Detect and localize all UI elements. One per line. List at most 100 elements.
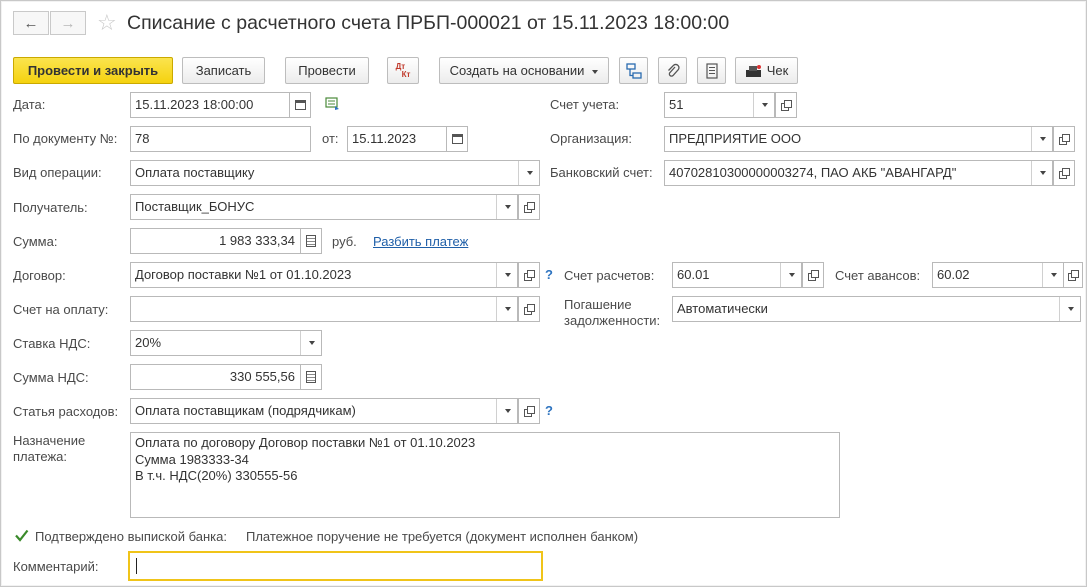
expense-open-button[interactable] <box>518 398 540 424</box>
dt-kt-icon: Дт Кт <box>395 61 411 79</box>
sum-input[interactable]: 1 983 333,34 <box>130 228 322 254</box>
vat-rate-dropdown-button[interactable] <box>300 331 321 355</box>
date-calendar-button[interactable] <box>289 93 310 117</box>
recipient-dropdown-button[interactable] <box>496 195 517 219</box>
invoice-open-button[interactable] <box>518 296 540 322</box>
sum-value: 1 983 333,34 <box>219 233 295 248</box>
chevron-down-icon <box>788 273 795 277</box>
recipient-select[interactable]: Поставщик_БОНУС <box>130 194 518 220</box>
settle-value: 60.01 <box>677 267 710 282</box>
org-value: ПРЕДПРИЯТИЕ ООО <box>669 131 802 146</box>
optype-value: Оплата поставщику <box>135 165 255 180</box>
favorite-star-icon[interactable]: ☆ <box>97 10 117 36</box>
from-label: от: <box>322 131 339 146</box>
forward-button[interactable]: → <box>50 11 86 35</box>
back-button[interactable]: ← <box>13 11 49 35</box>
create-based-on-button[interactable]: Создать на основании <box>439 57 609 84</box>
contract-open-button[interactable] <box>518 262 540 288</box>
open-window-icon <box>1068 270 1079 281</box>
bank-value: 40702810300000003274, ПАО АКБ "АВАНГАРД" <box>669 165 957 180</box>
optype-select[interactable]: Оплата поставщику <box>130 160 540 186</box>
account-dropdown-button[interactable] <box>753 93 774 117</box>
chevron-down-icon <box>526 171 533 175</box>
docdate-value: 15.11.2023 <box>352 131 417 146</box>
chevron-down-icon <box>504 273 511 277</box>
bank-label: Банковский счет: <box>550 165 653 180</box>
invoice-label: Счет на оплату: <box>13 302 109 317</box>
advance-dropdown-button[interactable] <box>1042 263 1063 287</box>
docdate-input[interactable]: 15.11.2023 <box>347 126 468 152</box>
chevron-down-icon <box>1050 273 1057 277</box>
contract-value: Договор поставки №1 от 01.10.2023 <box>135 267 352 282</box>
open-window-icon <box>808 270 819 281</box>
date-input[interactable]: 15.11.2023 18:00:00 <box>130 92 311 118</box>
account-select[interactable]: 51 <box>664 92 775 118</box>
open-window-icon <box>524 270 535 281</box>
bank-dropdown-button[interactable] <box>1031 161 1052 185</box>
optype-dropdown-button[interactable] <box>518 161 539 185</box>
post-and-close-button[interactable]: Провести и закрыть <box>13 57 173 84</box>
bank-select[interactable]: 40702810300000003274, ПАО АКБ "АВАНГАРД" <box>664 160 1053 186</box>
invoice-select[interactable] <box>130 296 518 322</box>
repay-dropdown-button[interactable] <box>1059 297 1080 321</box>
contract-help-icon[interactable]: ? <box>545 267 553 282</box>
settle-dropdown-button[interactable] <box>780 263 801 287</box>
org-open-button[interactable] <box>1053 126 1075 152</box>
post-button[interactable]: Провести <box>285 57 369 84</box>
invoice-dropdown-button[interactable] <box>496 297 517 321</box>
account-open-button[interactable] <box>775 92 797 118</box>
repay-select[interactable]: Автоматически <box>672 296 1081 322</box>
split-payment-link[interactable]: Разбить платеж <box>373 234 468 250</box>
account-label: Счет учета: <box>550 97 620 112</box>
advance-select[interactable]: 60.02 <box>932 262 1064 288</box>
open-window-icon <box>1059 168 1070 179</box>
expense-help-icon[interactable]: ? <box>545 403 553 418</box>
vat-rate-select[interactable]: 20% <box>130 330 322 356</box>
vat-sum-input[interactable]: 330 555,56 <box>130 364 322 390</box>
docdate-calendar-button[interactable] <box>446 127 467 151</box>
purpose-textarea[interactable]: Оплата по договору Договор поставки №1 о… <box>130 432 840 518</box>
attach-button[interactable] <box>658 57 687 84</box>
recipient-open-button[interactable] <box>518 194 540 220</box>
confirmed-note: Платежное поручение не требуется (докуме… <box>246 529 639 544</box>
open-window-icon <box>524 304 535 315</box>
calendar-icon <box>294 100 306 110</box>
receipt-label: Чек <box>766 63 789 78</box>
report-button[interactable] <box>697 57 726 84</box>
vat-sum-calculator-button[interactable] <box>300 365 321 389</box>
create-based-on-label: Создать на основании <box>449 63 585 78</box>
advance-value: 60.02 <box>937 267 970 282</box>
chevron-down-icon <box>504 307 511 311</box>
expense-value: Оплата поставщикам (подрядчикам) <box>135 403 356 418</box>
advance-label: Счет авансов: <box>835 268 921 283</box>
comment-input[interactable] <box>128 551 543 581</box>
contract-select[interactable]: Договор поставки №1 от 01.10.2023 <box>130 262 518 288</box>
expense-select[interactable]: Оплата поставщикам (подрядчикам) <box>130 398 518 424</box>
sum-calculator-button[interactable] <box>300 229 321 253</box>
dt-kt-button[interactable]: Дт Кт <box>387 57 419 84</box>
bank-open-button[interactable] <box>1053 160 1075 186</box>
confirmed-checkbox[interactable] <box>14 528 29 543</box>
org-select[interactable]: ПРЕДПРИЯТИЕ ООО <box>664 126 1053 152</box>
recipient-label: Получатель: <box>13 200 88 215</box>
recipient-value: Поставщик_БОНУС <box>135 199 255 214</box>
sum-label: Сумма: <box>13 234 58 249</box>
expense-dropdown-button[interactable] <box>496 399 517 423</box>
settle-select[interactable]: 60.01 <box>672 262 802 288</box>
cash-register-icon <box>745 64 761 77</box>
open-window-icon <box>524 406 535 417</box>
text-caret <box>136 558 137 574</box>
save-button[interactable]: Записать <box>182 57 265 84</box>
docnum-input[interactable]: 78 <box>130 126 311 152</box>
edit-history-icon[interactable] <box>325 97 341 114</box>
org-dropdown-button[interactable] <box>1031 127 1052 151</box>
contract-dropdown-button[interactable] <box>496 263 517 287</box>
calculator-icon <box>306 371 316 383</box>
structure-button[interactable] <box>619 57 648 84</box>
document-list-icon <box>705 62 718 79</box>
open-window-icon <box>1059 134 1070 145</box>
settle-open-button[interactable] <box>802 262 824 288</box>
advance-open-button[interactable] <box>1063 262 1083 288</box>
receipt-button[interactable]: Чек <box>735 57 798 84</box>
purpose-label: Назначение платежа: <box>13 433 86 464</box>
